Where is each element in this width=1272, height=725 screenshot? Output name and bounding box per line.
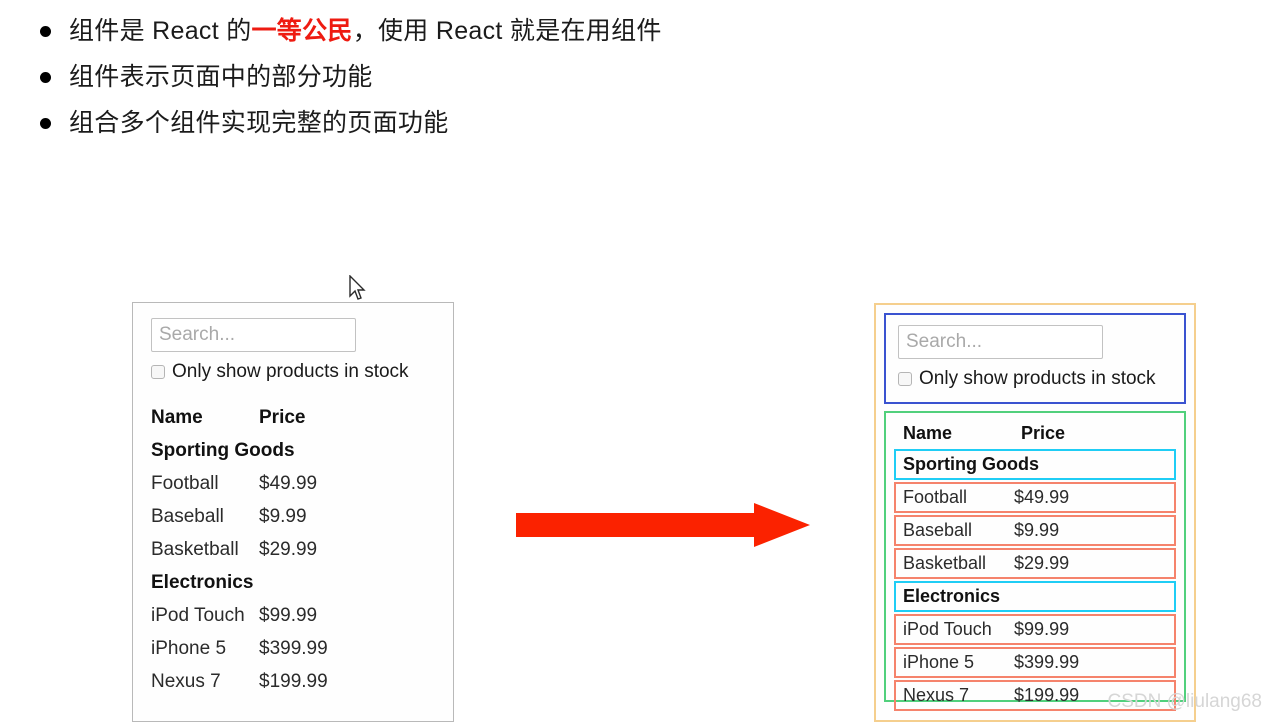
table-row: iPhone 5 $399.99: [894, 647, 1176, 678]
bullet-text-pre: 组件表示页面中的部分功能: [69, 63, 373, 91]
table-row-category: Sporting Goods: [894, 449, 1176, 480]
category-name: Sporting Goods: [151, 439, 295, 461]
bullet-dot-icon: [40, 26, 51, 37]
bullet-text-post: ，使用 React 就是在用组件: [352, 17, 662, 45]
product-name: iPod Touch: [151, 604, 245, 626]
product-price: $29.99: [1012, 548, 1176, 579]
table-row: Baseball $9.99: [894, 515, 1176, 546]
product-price: $9.99: [259, 505, 307, 527]
table-row: Basketball $29.99: [151, 533, 359, 566]
product-price: $49.99: [1012, 482, 1176, 513]
watermark-text: CSDN @liulang68: [1107, 691, 1262, 712]
bullet-text-pre: 组合多个组件实现完整的页面功能: [69, 109, 449, 137]
right-arrow-icon: [516, 503, 810, 553]
table-row-category: Sporting Goods: [151, 434, 359, 467]
bullet-text-highlight: 一等公民: [251, 17, 353, 45]
table-row-category: Electronics: [151, 566, 359, 599]
in-stock-checkbox-label: Only show products in stock: [172, 361, 409, 382]
bullet-text-pre: 组件是 React 的: [69, 17, 252, 45]
table-row-category: Electronics: [894, 581, 1176, 612]
bullet-item-text: 组合多个组件实现完整的页面功能: [69, 108, 449, 138]
product-name: iPhone 5: [894, 647, 1013, 678]
table-row: iPhone 5 $399.99: [151, 632, 359, 665]
in-stock-checkbox[interactable]: [151, 365, 165, 379]
product-price: $29.99: [259, 538, 318, 560]
table-row: Nexus 7 $199.99: [151, 665, 359, 698]
product-name: Nexus 7: [151, 670, 221, 692]
annotated-product-panel: Search... Only show products in stock Na…: [874, 303, 1196, 722]
table-row: Football $49.99: [151, 467, 359, 500]
product-name: Nexus 7: [894, 680, 1013, 711]
column-header-name: Name: [903, 423, 953, 443]
list-item: 组件表示页面中的部分功能: [40, 62, 800, 92]
table-row: Baseball $9.99: [151, 500, 359, 533]
search-input[interactable]: Search...: [898, 325, 1103, 359]
product-name: Basketball: [894, 548, 1013, 579]
search-input[interactable]: Search...: [151, 318, 356, 352]
category-name: Electronics: [894, 581, 1176, 612]
product-table: Name Price Sporting Goods Football $49.9…: [894, 418, 1176, 713]
product-name: Football: [894, 482, 1013, 513]
product-price: $99.99: [259, 604, 318, 626]
product-table-component-outline: Name Price Sporting Goods Football $49.9…: [884, 411, 1186, 711]
category-name: Electronics: [151, 571, 254, 593]
mouse-cursor-icon: [349, 274, 369, 303]
bullet-item-text: 组件是 React 的一等公民，使用 React 就是在用组件: [69, 16, 662, 46]
product-price: $49.99: [259, 472, 318, 494]
search-bar-component-outline: Search... Only show products in stock: [884, 313, 1186, 404]
product-name: iPhone 5: [151, 637, 227, 659]
in-stock-checkbox[interactable]: [898, 372, 912, 386]
column-header-price: Price: [259, 406, 306, 428]
table-header-row: Name Price: [151, 401, 359, 434]
bullet-dot-icon: [40, 72, 51, 83]
list-item: 组合多个组件实现完整的页面功能: [40, 108, 800, 138]
product-price: $9.99: [1012, 515, 1176, 546]
table-header-row: Name Price: [894, 420, 1176, 447]
bullet-dot-icon: [40, 118, 51, 129]
product-price: $399.99: [1012, 647, 1176, 678]
product-price: $199.99: [259, 670, 328, 692]
stock-filter-row[interactable]: Only show products in stock: [151, 361, 435, 383]
product-name: iPod Touch: [894, 614, 1013, 645]
stock-filter-row[interactable]: Only show products in stock: [898, 368, 1172, 390]
table-row: Basketball $29.99: [894, 548, 1176, 579]
product-table: Name Price Sporting Goods Football $49.9…: [151, 401, 359, 698]
bullet-list: 组件是 React 的一等公民，使用 React 就是在用组件 组件表示页面中的…: [40, 16, 800, 154]
search-placeholder-text: Search...: [906, 331, 983, 352]
in-stock-checkbox-label: Only show products in stock: [919, 368, 1156, 389]
table-row: iPod Touch $99.99: [894, 614, 1176, 645]
product-price: $399.99: [259, 637, 328, 659]
category-name: Sporting Goods: [894, 449, 1176, 480]
product-name: Basketball: [151, 538, 239, 560]
list-item: 组件是 React 的一等公民，使用 React 就是在用组件: [40, 16, 800, 46]
bullet-item-text: 组件表示页面中的部分功能: [69, 62, 373, 92]
column-header-price: Price: [1021, 423, 1066, 443]
table-row: Football $49.99: [894, 482, 1176, 513]
search-placeholder-text: Search...: [159, 324, 236, 345]
column-header-name: Name: [151, 406, 203, 428]
table-row: iPod Touch $99.99: [151, 599, 359, 632]
plain-product-panel: Search... Only show products in stock Na…: [132, 302, 454, 722]
product-price: $99.99: [1012, 614, 1176, 645]
product-name: Football: [151, 472, 219, 494]
product-name: Baseball: [894, 515, 1013, 546]
product-name: Baseball: [151, 505, 224, 527]
